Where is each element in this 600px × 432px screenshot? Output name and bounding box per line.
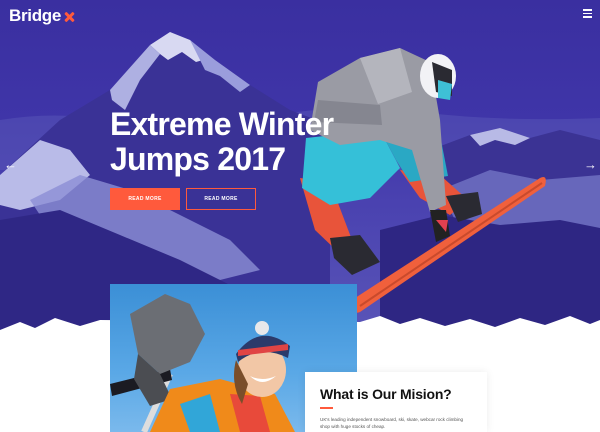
hero-title-line-1: Extreme Winter	[110, 106, 334, 142]
mission-title-underline	[320, 407, 333, 409]
hamburger-icon[interactable]	[583, 9, 592, 18]
hero-title-line-2: Jumps 2017	[110, 141, 286, 177]
brand-cross-icon	[64, 12, 74, 22]
arrow-right-icon[interactable]: →	[584, 158, 597, 171]
read-more-button-outline[interactable]: READ MORE	[186, 188, 256, 210]
mission-title: What is Our Mision?	[320, 386, 452, 402]
arrow-left-icon[interactable]: ←	[4, 158, 17, 171]
hero-title: Extreme Winter Jumps 2017	[110, 106, 334, 177]
mission-text: UK's leading independent snowboard, ski,…	[320, 417, 464, 429]
brand-name: Bridge	[9, 6, 62, 25]
mission-card: What is Our Mision? UK's leading indepen…	[305, 372, 487, 432]
read-more-button-primary[interactable]: READ MORE	[110, 188, 180, 210]
brand-logo[interactable]: Bridge	[9, 6, 74, 26]
